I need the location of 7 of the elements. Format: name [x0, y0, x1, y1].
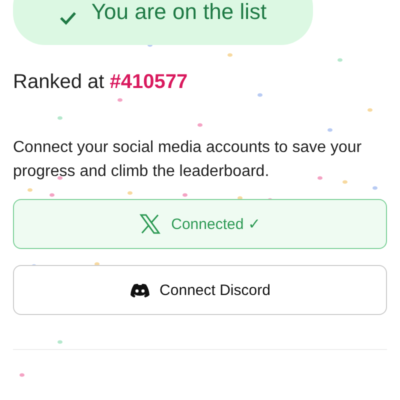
checkmark-icon [59, 11, 78, 25]
banner-text: You are on the list [91, 0, 267, 25]
rank-text: Ranked at #410577 [13, 70, 189, 94]
info-message: Connect your social media accounts to save your progress and climb the leaderboard. [13, 138, 363, 182]
discord-icon [130, 282, 150, 298]
x-logo-icon [139, 214, 162, 234]
discord-button[interactable]: Connect Discord [13, 265, 387, 315]
